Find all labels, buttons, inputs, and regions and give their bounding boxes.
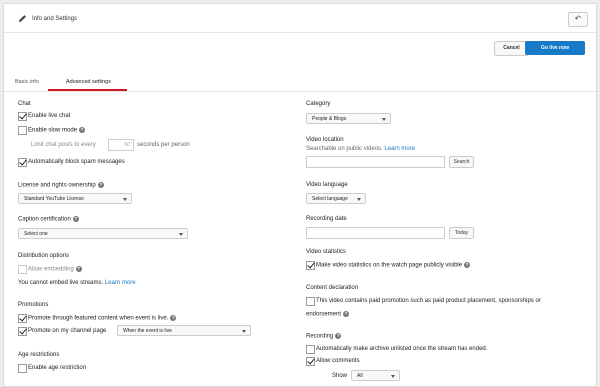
undo-button[interactable]: ↶ [568, 12, 588, 27]
help-icon[interactable]: ? [79, 127, 86, 133]
enable-slow-mode-checkbox[interactable] [18, 126, 27, 135]
help-icon[interactable]: ? [343, 311, 350, 317]
recording-date-input[interactable] [306, 227, 445, 239]
age-restriction-checkbox[interactable] [18, 364, 27, 373]
promote-channel-checkbox[interactable] [18, 327, 27, 336]
chevron-down-icon [357, 198, 361, 201]
allow-comments-label: Allow comments [316, 358, 360, 364]
chevron-down-icon [242, 330, 246, 333]
allow-embedding-checkbox[interactable] [18, 265, 27, 274]
show-comments-label: Show [332, 373, 348, 379]
header-bar: Info and Settings ↶ [4, 4, 596, 33]
block-spam-label: Automatically block spam messages [28, 159, 125, 165]
license-heading: License and rights ownership? [18, 182, 104, 189]
tab-divider [4, 91, 596, 92]
category-select[interactable]: People & Blogs [306, 113, 391, 124]
tab-bar: Basic info Advanced settings [4, 75, 596, 92]
today-button[interactable]: Today [449, 227, 474, 239]
video-language-select[interactable]: Select language [306, 193, 366, 204]
chevron-down-icon [123, 198, 127, 201]
category-heading: Category [306, 101, 331, 107]
seconds-per-person-label: seconds per person [137, 142, 190, 148]
distribution-heading: Distribution options [18, 253, 70, 259]
auto-unlisted-checkbox[interactable] [306, 345, 315, 354]
paid-promotion-label-cont: endorsement? [306, 311, 350, 318]
tab-advanced-settings[interactable]: Advanced settings [66, 79, 111, 85]
auto-unlisted-label: Automatically make archive unlisted once… [316, 346, 488, 352]
show-comments-select-value: All [357, 373, 363, 379]
age-restriction-label: Enable age restriction [28, 365, 87, 371]
chevron-down-icon [391, 375, 395, 378]
search-button[interactable]: Search [449, 156, 474, 168]
recording-heading: Recording? [306, 333, 342, 340]
promote-channel-select-value: When the event is live [123, 328, 172, 334]
chevron-down-icon [179, 233, 183, 236]
undo-icon: ↶ [574, 14, 582, 23]
page-title: Info and Settings [32, 16, 78, 22]
allow-comments-checkbox[interactable] [306, 357, 315, 366]
video-statistics-heading: Video statistics [306, 249, 346, 255]
promotions-heading: Promotions [18, 302, 49, 308]
help-icon[interactable]: ? [335, 333, 342, 339]
enable-live-chat-label: Enable live chat [28, 113, 71, 119]
show-comments-select[interactable]: All [351, 370, 400, 381]
caption-select-value: Select one [24, 231, 48, 237]
help-icon[interactable]: ? [75, 266, 82, 272]
promote-featured-label: Promote through featured content when ev… [28, 315, 177, 322]
caption-heading: Caption certification? [18, 216, 79, 223]
promote-featured-checkbox[interactable] [18, 314, 27, 323]
video-location-input[interactable] [306, 156, 445, 168]
enable-live-chat-checkbox[interactable] [18, 112, 27, 121]
caption-select[interactable]: Select one [18, 228, 188, 239]
limit-chat-label: Limit chat posts to every [31, 142, 96, 148]
pencil-icon [18, 15, 26, 23]
video-language-select-value: Select language [312, 196, 348, 202]
help-icon[interactable]: ? [464, 262, 471, 268]
settings-panel: Info and Settings ↶ Cancel Go live now B… [3, 3, 597, 387]
block-spam-checkbox[interactable] [18, 158, 27, 167]
chevron-down-icon [382, 118, 386, 121]
recording-date-heading: Recording date [306, 216, 347, 222]
video-location-hint: Searchable on public videos. Learn more [306, 146, 416, 152]
help-icon[interactable]: ? [170, 315, 177, 321]
go-live-button[interactable]: Go live now [525, 41, 585, 55]
promote-channel-label: Promote on my channel page [28, 328, 107, 334]
learn-more-link[interactable]: Learn more [384, 146, 415, 152]
paid-promotion-label: This video contains paid promotion such … [316, 298, 541, 304]
help-icon[interactable]: ? [72, 216, 79, 222]
help-icon[interactable]: ? [97, 182, 104, 188]
public-statistics-label: Make video statistics on the watch page … [316, 262, 471, 269]
category-select-value: People & Blogs [312, 116, 347, 122]
enable-slow-mode-label: Enable slow mode? [28, 127, 86, 134]
video-location-heading: Video location [306, 137, 344, 143]
age-heading: Age restrictions [18, 352, 60, 358]
chat-heading: Chat [18, 101, 31, 107]
content-declaration-heading: Content declaration [306, 285, 359, 291]
cancel-button[interactable]: Cancel [494, 41, 529, 56]
public-statistics-checkbox[interactable] [306, 261, 315, 270]
paid-promotion-checkbox[interactable] [306, 297, 315, 306]
allow-embedding-label: Allow embedding? [28, 266, 82, 273]
embed-note: You cannot embed live streams. Learn mor… [18, 280, 136, 286]
limit-seconds-input[interactable]: 60 [108, 139, 134, 151]
learn-more-link[interactable]: Learn more [105, 280, 136, 286]
tab-basic-info[interactable]: Basic info [15, 79, 39, 85]
license-select-value: Standard YouTube License [24, 196, 84, 202]
video-language-heading: Video language [306, 182, 348, 188]
limit-seconds-value: 60 [124, 142, 130, 148]
license-select[interactable]: Standard YouTube License [18, 193, 132, 204]
promote-channel-select[interactable]: When the event is live [117, 325, 251, 336]
